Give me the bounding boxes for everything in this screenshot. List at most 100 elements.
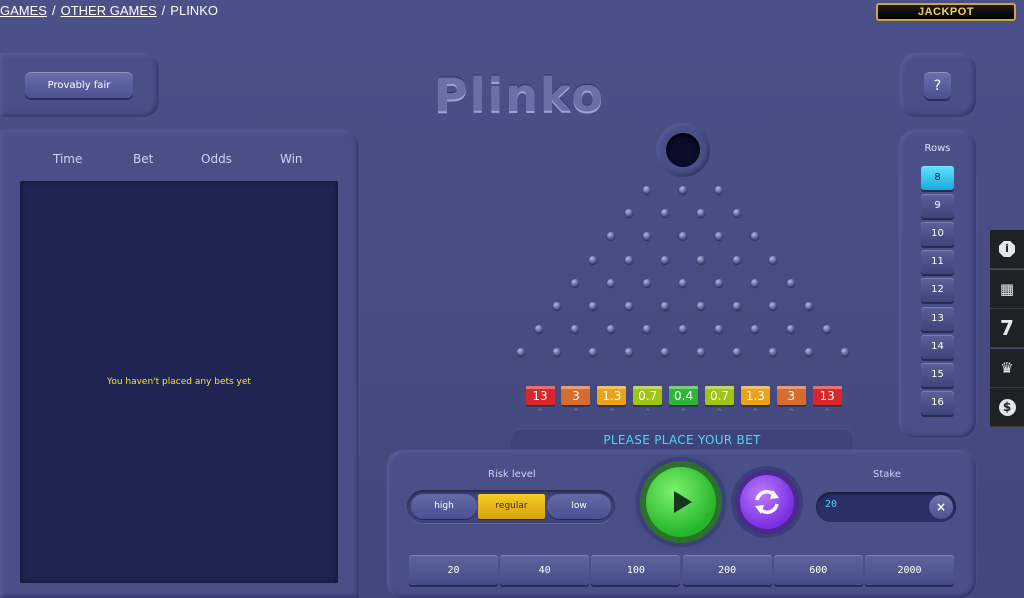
- auto-play-button[interactable]: [735, 470, 799, 534]
- rows-option-15[interactable]: 15: [921, 362, 954, 387]
- multiplier-bucket: 13: [812, 386, 842, 405]
- bucket-caret-icon: ^: [644, 408, 651, 416]
- multiplier-bucket: 13: [525, 386, 555, 405]
- breadcrumb: GAMES / OTHER GAMES / PLINKO: [0, 3, 218, 18]
- rows-option-13[interactable]: 13: [921, 306, 954, 331]
- breadcrumb-separator: /: [161, 3, 166, 18]
- peg: [697, 302, 705, 310]
- bucket-caret-icon: ^: [572, 408, 579, 416]
- rows-label: Rows: [924, 143, 951, 154]
- multiplier-bucket: 1.3: [740, 386, 770, 405]
- ball-drop-hole: [656, 123, 710, 177]
- quick-stake-40-button[interactable]: 40: [500, 555, 590, 585]
- history-header-time: Time: [53, 152, 83, 166]
- rows-option-12[interactable]: 12: [921, 278, 954, 303]
- peg: [769, 255, 777, 264]
- quick-stake-600-button[interactable]: 600: [773, 555, 863, 585]
- play-button[interactable]: [640, 461, 722, 543]
- peg: [661, 302, 669, 310]
- info-icon: i: [999, 241, 1015, 257]
- risk-option-regular[interactable]: regular: [478, 494, 545, 519]
- rows-option-10[interactable]: 10: [921, 222, 954, 247]
- peg: [607, 278, 615, 287]
- rows-option-9[interactable]: 9: [921, 194, 954, 219]
- dollar-icon: $: [998, 398, 1016, 416]
- rows-option-11[interactable]: 11: [921, 250, 954, 275]
- no-bets-message: You haven't placed any bets yet: [107, 377, 251, 387]
- multiplier-bucket: 0.7: [705, 386, 734, 405]
- rows-option-16[interactable]: 16: [921, 390, 954, 415]
- bucket-caret-icon: ^: [608, 408, 615, 416]
- peg: [589, 255, 597, 264]
- bucket-caret-icon: ^: [537, 408, 543, 416]
- breadcrumb-separator: /: [51, 3, 56, 18]
- peg: [661, 255, 669, 264]
- bucket-caret-icon: ^: [752, 408, 759, 416]
- play-button-face: [646, 467, 716, 537]
- history-list: You haven't placed any bets yet: [20, 181, 338, 583]
- refresh-icon: [755, 490, 779, 514]
- peg: [733, 302, 741, 310]
- bet-status-message: PLEASE PLACE YOUR BET: [510, 428, 854, 450]
- ball-drop-hole-inner: [666, 133, 700, 167]
- history-header-win: Win: [280, 152, 303, 166]
- multiplier-bucket: 3: [561, 386, 591, 405]
- rows-option-14[interactable]: 14: [921, 334, 954, 359]
- quick-stake-200-button[interactable]: 200: [682, 555, 772, 585]
- quick-stake-20-button[interactable]: 20: [409, 555, 498, 585]
- gift-icon: ▦: [999, 279, 1015, 298]
- trophy-icon: ♛: [1000, 358, 1014, 377]
- side-menu-trophy-button[interactable]: ♛: [990, 348, 1024, 388]
- plinko-logo: Plinko: [434, 68, 605, 122]
- auto-play-button-face: [740, 475, 794, 529]
- bucket-caret-icon: ^: [716, 408, 723, 416]
- play-icon: [674, 491, 692, 513]
- multiplier-bucket: 0.4: [669, 386, 699, 405]
- quick-stake-2000-button[interactable]: 2000: [865, 555, 954, 585]
- side-menu-gift-button[interactable]: ▦: [990, 269, 1024, 309]
- peg: [769, 302, 777, 310]
- quick-stake-100-button[interactable]: 100: [591, 555, 681, 585]
- breadcrumb-current: PLINKO: [170, 3, 218, 18]
- peg: [589, 302, 597, 310]
- breadcrumb-other-games-link[interactable]: OTHER GAMES: [61, 3, 157, 18]
- stake-value[interactable]: 20: [825, 499, 837, 510]
- breadcrumb-games-link[interactable]: GAMES: [0, 3, 47, 18]
- clear-stake-button[interactable]: ×: [929, 495, 953, 519]
- peg: [553, 302, 561, 310]
- peg: [571, 278, 579, 287]
- risk-option-high[interactable]: high: [411, 494, 477, 519]
- help-button[interactable]: ?: [924, 72, 951, 99]
- history-header-bet: Bet: [133, 152, 154, 166]
- risk-option-low[interactable]: low: [547, 494, 611, 519]
- stake-label: Stake: [873, 469, 901, 480]
- peg: [733, 255, 741, 264]
- seven-icon: 7: [1000, 316, 1014, 340]
- peg: [625, 255, 633, 264]
- side-menu-info-button[interactable]: i: [990, 230, 1024, 269]
- bucket-caret-icon: ^: [788, 408, 795, 416]
- history-header-odds: Odds: [201, 152, 232, 166]
- peg: [787, 278, 795, 287]
- side-menu-seven-button[interactable]: 7: [990, 309, 1024, 348]
- peg: [625, 302, 633, 310]
- peg: [715, 278, 723, 287]
- provably-fair-button[interactable]: Provably fair: [25, 72, 133, 98]
- peg: [679, 186, 687, 194]
- rows-option-8[interactable]: 8: [921, 166, 954, 190]
- bucket-caret-icon: ^: [680, 408, 687, 416]
- side-menu-dollar-button[interactable]: $: [990, 388, 1024, 427]
- peg: [751, 278, 759, 287]
- stake-input[interactable]: 20 ×: [816, 492, 956, 522]
- peg: [715, 186, 723, 194]
- peg: [679, 278, 687, 287]
- peg: [643, 278, 651, 287]
- multiplier-bucket: 3: [776, 386, 806, 405]
- bucket-caret-icon: ^: [824, 408, 831, 416]
- peg: [643, 186, 651, 194]
- jackpot-banner[interactable]: JACKPOT: [876, 3, 1016, 21]
- risk-level-selector: high regular low: [407, 490, 615, 523]
- risk-level-label: Risk level: [488, 469, 536, 480]
- peg: [805, 302, 813, 310]
- peg: [697, 255, 705, 264]
